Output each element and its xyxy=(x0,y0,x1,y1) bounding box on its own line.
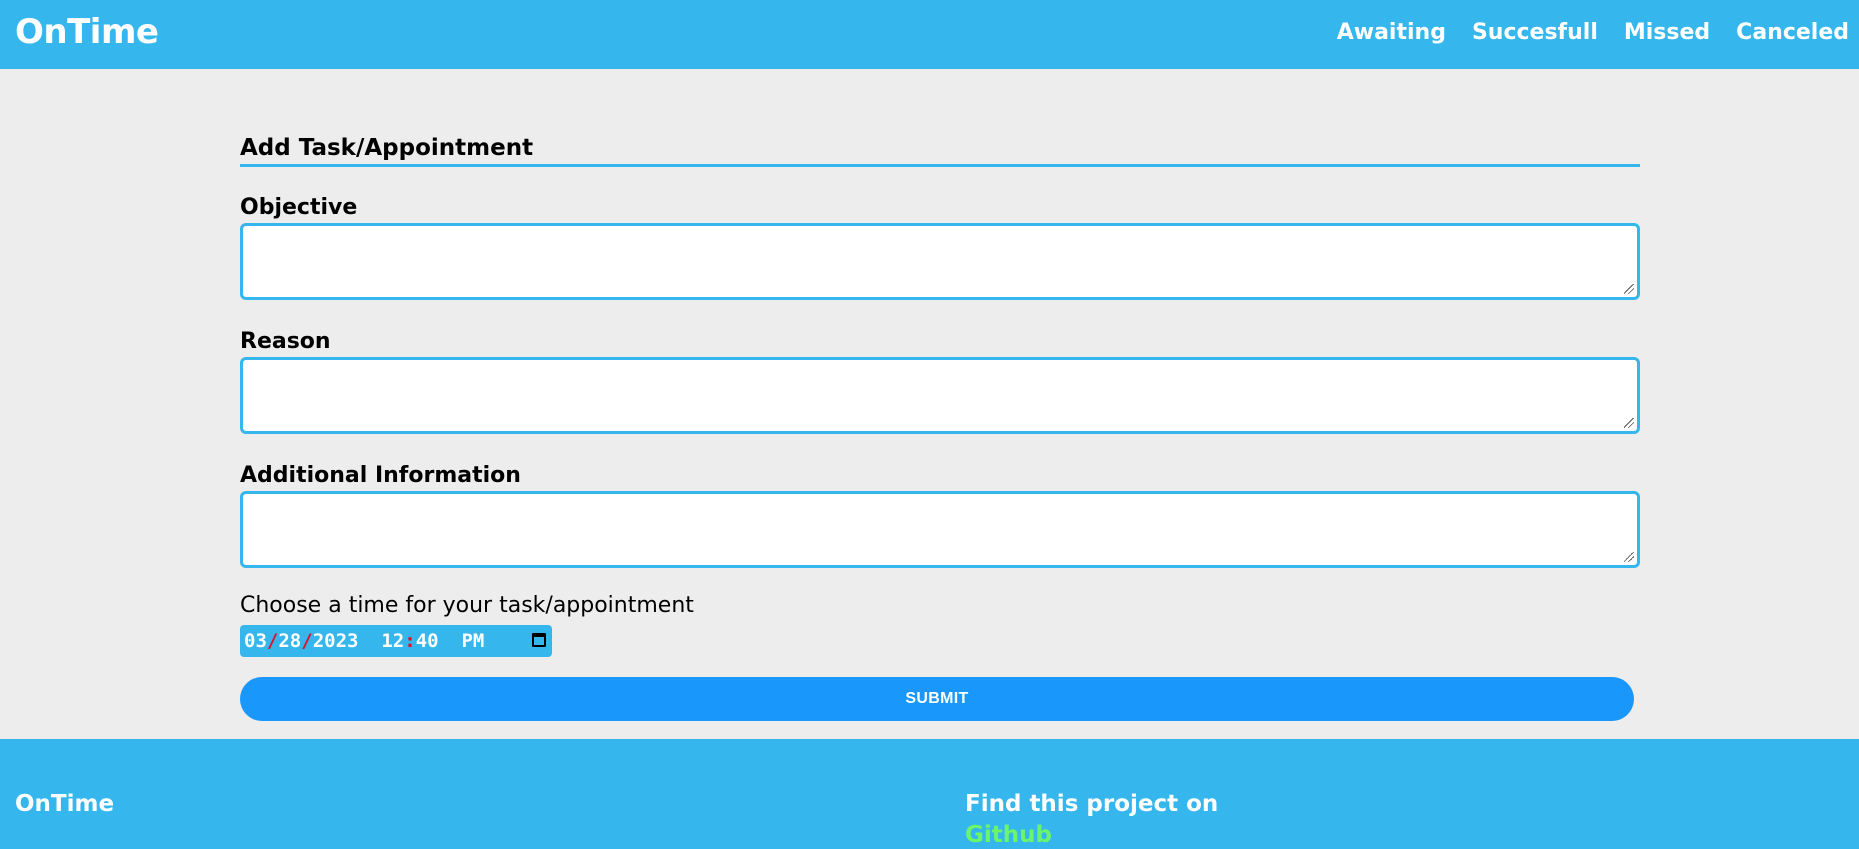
task-form: Add Task/Appointment Objective Reason Ad… xyxy=(240,135,1640,721)
datetime-hour[interactable]: 12 xyxy=(381,630,404,652)
brand-logo[interactable]: OnTime xyxy=(15,12,159,52)
reason-label: Reason xyxy=(240,329,331,354)
resize-grip-icon[interactable] xyxy=(1624,284,1634,294)
datetime-ampm[interactable]: PM xyxy=(461,630,484,652)
date-separator: / xyxy=(301,630,313,652)
time-separator: : xyxy=(404,630,416,652)
time-label: Choose a time for your task/appointment xyxy=(240,593,694,618)
calendar-icon[interactable] xyxy=(532,633,546,647)
date-separator: / xyxy=(266,630,279,652)
nav-link-missed[interactable]: Missed xyxy=(1624,20,1710,45)
nav-link-succesfull[interactable]: Succesfull xyxy=(1472,20,1598,45)
datetime-day[interactable]: 28 xyxy=(278,630,301,652)
reason-textarea[interactable] xyxy=(240,357,1640,434)
resize-grip-icon[interactable] xyxy=(1624,552,1634,562)
github-link[interactable]: Github xyxy=(965,822,1052,848)
datetime-input[interactable]: 03/28/2023 12:40 PM xyxy=(240,625,552,657)
additional-info-textarea[interactable] xyxy=(240,491,1640,568)
datetime-month[interactable]: 03 xyxy=(244,630,267,652)
nav-links: Awaiting Succesfull Missed Canceled xyxy=(1311,20,1849,45)
footer-find-text: Find this project on xyxy=(965,791,1219,817)
objective-label: Objective xyxy=(240,195,358,220)
resize-grip-icon[interactable] xyxy=(1624,418,1634,428)
nav-link-awaiting[interactable]: Awaiting xyxy=(1337,20,1446,45)
additional-info-label: Additional Information xyxy=(240,463,521,488)
navbar: OnTime Awaiting Succesfull Missed Cancel… xyxy=(0,0,1859,69)
form-title: Add Task/Appointment xyxy=(240,135,1640,167)
nav-link-canceled[interactable]: Canceled xyxy=(1736,20,1849,45)
footer-brand: OnTime xyxy=(15,791,115,817)
footer: OnTime Find this project on Github xyxy=(0,739,1859,849)
submit-button[interactable]: SUBMIT xyxy=(240,677,1634,721)
datetime-minute[interactable]: 40 xyxy=(416,630,439,652)
objective-textarea[interactable] xyxy=(240,223,1640,300)
datetime-year[interactable]: 2023 xyxy=(313,630,359,652)
